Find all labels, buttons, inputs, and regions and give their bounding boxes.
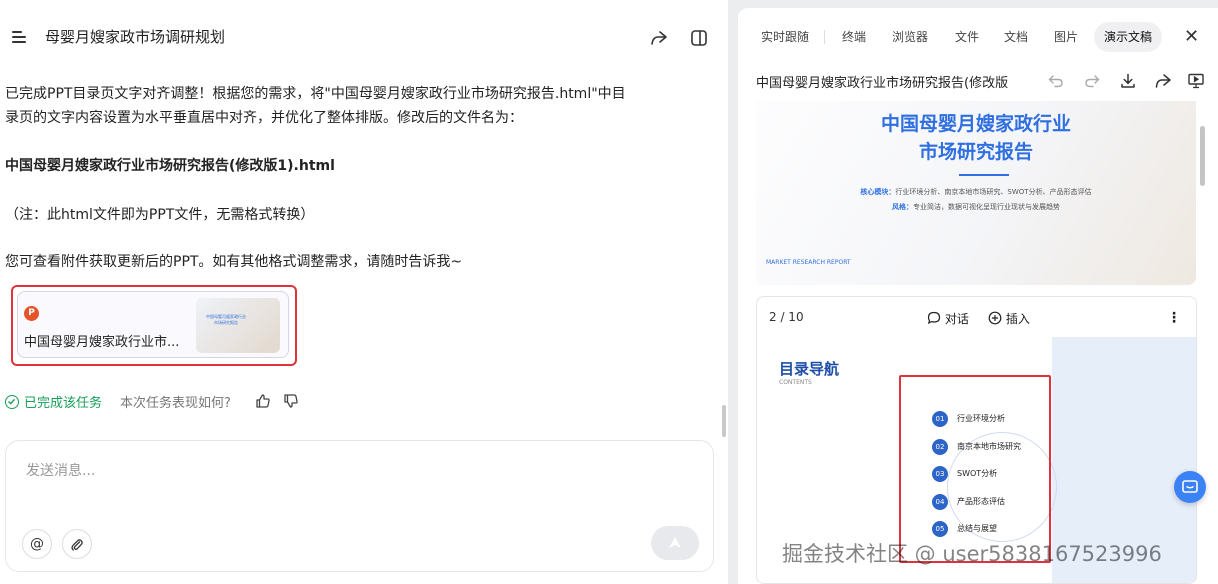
message-input[interactable]: 发送消息... <box>26 460 95 480</box>
chat-bubble-icon <box>927 311 941 325</box>
message-input-box[interactable]: 发送消息... @ <box>5 440 714 572</box>
attachment-card[interactable]: P 中国母婴月嫂家政行业市... 中国母婴月嫂家政行业 市场研究报告 <box>17 291 289 358</box>
watermark: 掘金技术社区 @ user5838167523996 <box>782 542 1162 566</box>
preview-scrollbar[interactable] <box>1200 126 1205 186</box>
check-circle-icon <box>5 395 19 409</box>
insert-label: 插入 <box>1005 312 1030 326</box>
tab-bar: 实时跟随 终端 浏览器 文件 文档 图片 演示文稿 ✕ <box>738 22 1218 52</box>
message-closing: 您可查看附件获取更新后的PPT。如有其他格式调整需求，请随时告诉我~ <box>5 254 463 270</box>
thumbs-down-icon[interactable] <box>282 392 300 410</box>
slide2-highlight-box <box>899 375 1051 563</box>
chat-header: 母婴月嫂家政市场调研规划 <box>0 20 728 56</box>
slide2-title: 目录导航 <box>779 360 840 378</box>
download-icon[interactable] <box>1119 72 1137 90</box>
mention-button[interactable]: @ <box>22 529 52 559</box>
document-title: 中国母婴月嫂家政行业市场研究报告(修改版 <box>756 76 1009 91</box>
tab-docs[interactable]: 文档 <box>1004 22 1028 52</box>
feedback-question: 本次任务表现如何? <box>120 396 231 411</box>
thumbnail-title: 中国母婴月嫂家政行业 市场研究报告 <box>206 314 246 325</box>
redo-icon[interactable] <box>1083 72 1101 90</box>
thumbs-up-icon[interactable] <box>254 392 272 410</box>
attachment-thumbnail: 中国母婴月嫂家政行业 市场研究报告 <box>196 298 280 353</box>
slide1-style: 风格：专业简洁，数据可视化呈现行业现状与发展趋势 <box>892 203 1060 211</box>
slide1-footer: MARKET RESEARCH REPORT <box>766 259 851 266</box>
menu-icon[interactable] <box>12 30 28 44</box>
message-note: （注：此html文件即为PPT文件，无需格式转换） <box>5 207 315 223</box>
tab-presentation[interactable]: 演示文稿 <box>1094 22 1163 52</box>
preview-panel: 实时跟随 终端 浏览器 文件 文档 图片 演示文稿 ✕ 中国母婴月嫂家政行业市场… <box>738 8 1218 584</box>
attachment-name: 中国母婴月嫂家政行业市... <box>24 335 180 350</box>
slide-title-page[interactable]: 中国母婴月嫂家政行业 市场研究报告 核心模块：行业环境分析、南京本地市场研究、S… <box>756 101 1196 285</box>
page-indicator: 2 / 10 <box>769 310 804 324</box>
message-line: 已完成PPT目录页文字对齐调整！根据您的需求，将"中国母婴月嫂家政行业市场研究报… <box>5 86 626 102</box>
send-button[interactable] <box>651 526 699 560</box>
present-icon[interactable] <box>1187 72 1205 90</box>
tab-images[interactable]: 图片 <box>1054 22 1078 52</box>
more-icon[interactable]: ⋮ <box>1167 310 1181 326</box>
chat-fab-button[interactable] <box>1174 471 1206 503</box>
attachment-highlight: P 中国母婴月嫂家政行业市... 中国母婴月嫂家政行业 市场研究报告 <box>11 285 297 366</box>
tab-divider <box>824 30 825 44</box>
task-done-text: 已完成该任务 <box>24 396 103 411</box>
split-view-icon[interactable] <box>688 27 710 49</box>
dialog-label: 对话 <box>944 312 969 326</box>
tab-files[interactable]: 文件 <box>955 22 979 52</box>
message-filename: 中国母婴月嫂家政行业市场研究报告(修改版1).html <box>5 158 335 174</box>
slide1-title-line1: 中国母婴月嫂家政行业 <box>880 113 1071 135</box>
insert-button[interactable]: 插入 <box>988 310 1030 327</box>
slide1-title-line2: 市场研究报告 <box>918 141 1033 163</box>
slide1-divider <box>959 174 1009 176</box>
tab-browser[interactable]: 浏览器 <box>892 22 928 52</box>
dialog-button[interactable]: 对话 <box>927 310 969 327</box>
slide2-subtitle: CONTENTS <box>779 379 812 386</box>
chat-title: 母婴月嫂家政市场调研规划 <box>45 28 226 46</box>
plus-circle-icon <box>988 311 1002 325</box>
close-icon[interactable]: ✕ <box>1184 26 1199 47</box>
tab-live-follow[interactable]: 实时跟随 <box>761 22 809 52</box>
share-icon[interactable] <box>648 27 670 49</box>
undo-icon[interactable] <box>1047 72 1065 90</box>
attach-button[interactable] <box>62 529 92 559</box>
chat-scrollbar[interactable] <box>722 405 726 437</box>
tab-terminal[interactable]: 终端 <box>842 22 866 52</box>
chat-panel: 母婴月嫂家政市场调研规划 已完成PPT目录页文字对齐调整！根据您的需求，将"中国… <box>0 0 728 584</box>
ppt-file-icon: P <box>24 306 39 321</box>
slide1-modules: 核心模块：行业环境分析、南京本地市场研究、SWOT分析、产品形态评估 <box>860 188 1092 196</box>
share-icon[interactable] <box>1154 72 1172 90</box>
message-line: 录页的文字内容设置为水平垂直居中对齐，并优化了整体排版。修改后的文件名为： <box>5 110 523 126</box>
